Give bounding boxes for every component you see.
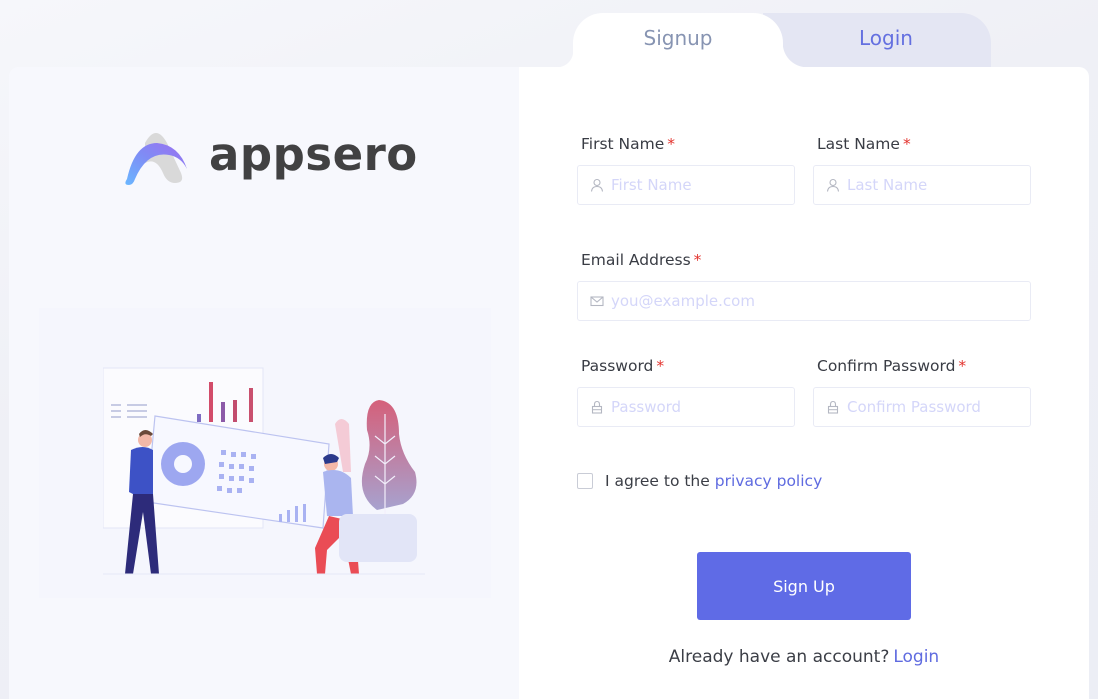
signup-form: First Name* Last Name* Email Address* Pa… [519, 67, 1089, 699]
last-name-label-text: Last Name [817, 135, 900, 153]
tab-signup[interactable]: Signup [557, 13, 807, 67]
required-asterisk: * [958, 357, 967, 375]
password-input[interactable] [611, 398, 794, 416]
lock-icon [827, 400, 839, 414]
email-label-text: Email Address [581, 251, 691, 269]
lock-icon [591, 400, 603, 414]
privacy-policy-link[interactable]: privacy policy [715, 472, 822, 490]
agree-checkbox[interactable] [577, 473, 593, 489]
user-icon [826, 178, 840, 192]
last-name-input[interactable] [847, 176, 1030, 194]
user-icon [590, 178, 604, 192]
first-name-label: First Name * [581, 135, 675, 153]
auth-tabs: Login Signup [557, 13, 991, 67]
required-asterisk: * [656, 357, 665, 375]
illustration-graphic [103, 367, 425, 575]
brand-name: appsero [209, 127, 418, 181]
appsero-logo: appsero [123, 125, 418, 187]
auth-card: appsero First Name * First Name Last Nam… [9, 67, 1089, 699]
login-link[interactable]: Login [893, 647, 939, 667]
agree-text: I agree to the [605, 472, 710, 490]
appsero-arc-logo-icon [125, 133, 187, 185]
envelope-icon [590, 296, 604, 307]
required-asterisk: * [667, 135, 676, 153]
first-name-label-text: First Name [581, 135, 665, 153]
password-field[interactable] [577, 387, 795, 427]
required-asterisk: * [902, 135, 911, 153]
confirm-password-label-text: Confirm Password [817, 357, 956, 375]
last-name-field[interactable] [813, 165, 1031, 205]
first-name-field[interactable] [577, 165, 795, 205]
login-prompt: Already have an account? Login [519, 647, 1089, 667]
password-label: Password * [581, 357, 664, 375]
last-name-label: Last Name * [817, 135, 911, 153]
team-dashboard-illustration [39, 308, 491, 598]
sign-up-button[interactable]: Sign Up [697, 552, 911, 620]
confirm-password-input[interactable] [847, 398, 1030, 416]
login-prompt-text: Already have an account? [668, 647, 890, 667]
email-label: Email Address * [581, 251, 701, 269]
password-label-text: Password [581, 357, 654, 375]
privacy-agreement: I agree to the privacy policy [577, 472, 822, 490]
required-asterisk: * [693, 251, 702, 269]
email-field[interactable] [577, 281, 1031, 321]
confirm-password-field[interactable] [813, 387, 1031, 427]
email-input[interactable] [611, 292, 1030, 310]
first-name-input[interactable] [611, 176, 794, 194]
brand-panel: appsero [9, 67, 519, 699]
confirm-password-label: Confirm Password * [817, 357, 966, 375]
